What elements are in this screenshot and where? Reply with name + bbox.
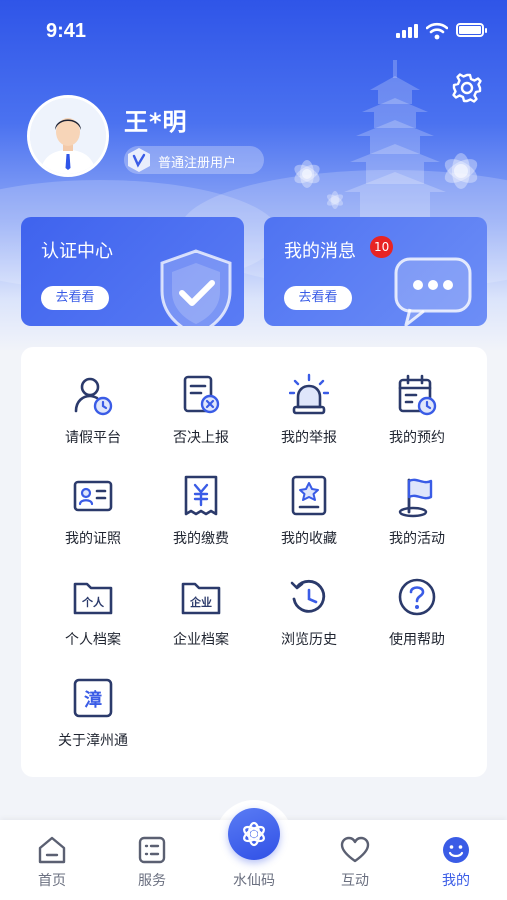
service-label: 我的举报 (281, 430, 337, 446)
services-panel: 请假平台 否决上报 我的举报 我的预约 我的证照 我的缴费 我的收藏 我的活动 … (21, 347, 487, 777)
heart-icon (340, 836, 370, 863)
star-document-icon (291, 475, 327, 516)
service-label: 我的活动 (389, 531, 445, 547)
personal-folder-icon-text: 个人 (81, 595, 105, 609)
tab-interaction[interactable]: 互动 (305, 820, 405, 900)
my-messages-title: 我的消息 (284, 241, 356, 262)
service-leave-platform[interactable]: 请假平台 (39, 347, 147, 446)
service-label: 否决上报 (173, 430, 229, 446)
service-label: 请假平台 (65, 430, 121, 446)
service-label: 浏览历史 (281, 632, 337, 648)
tab-services[interactable]: 服务 (102, 820, 202, 900)
service-label: 我的证照 (65, 531, 121, 547)
service-label: 使用帮助 (389, 632, 445, 648)
calendar-clock-icon (398, 374, 437, 416)
id-card-icon (73, 480, 113, 512)
app-logo-icon-text: 漳 (84, 689, 102, 711)
narcissus-flower-decoration (444, 153, 478, 189)
settings-gear-icon[interactable] (449, 70, 485, 106)
person-clock-icon (74, 377, 113, 416)
user-name: 王*明 (124, 108, 188, 136)
status-bar: 9:41 (0, 0, 507, 62)
help-icon (398, 578, 436, 616)
auth-center-card[interactable]: 认证中心 去看看 (21, 217, 244, 326)
battery-icon (456, 23, 487, 37)
smiley-icon (443, 837, 469, 863)
enterprise-folder-icon: 企业 (181, 582, 221, 615)
narcissus-code-button[interactable] (228, 808, 280, 860)
chat-bubble-icon (394, 257, 472, 326)
user-type-badge: 普通注册用户 (124, 146, 264, 174)
user-type-label: 普通注册用户 (158, 156, 237, 171)
enterprise-folder-icon-text: 企业 (189, 595, 212, 609)
unread-count-badge: 10 (370, 236, 394, 258)
tab-label: 服务 (138, 873, 166, 889)
narcissus-flower-decoration (326, 191, 344, 209)
tab-home[interactable]: 首页 (2, 820, 102, 900)
service-label: 我的收藏 (281, 531, 337, 547)
service-help[interactable]: 使用帮助 (363, 549, 471, 648)
service-about-zhangzhoutong[interactable]: 漳 关于漳州通 (39, 650, 147, 749)
service-my-appointments[interactable]: 我的预约 (363, 347, 471, 446)
service-veto-report[interactable]: 否决上报 (147, 347, 255, 446)
verified-v-icon (128, 148, 150, 172)
user-avatar-illustration (30, 98, 106, 174)
service-browse-history[interactable]: 浏览历史 (255, 549, 363, 648)
auth-center-view-button[interactable]: 去看看 (41, 286, 109, 310)
tab-mine[interactable]: 我的 (406, 820, 506, 900)
document-reject-icon (183, 375, 220, 414)
service-personal-archive[interactable]: 个人 个人档案 (39, 549, 147, 648)
user-avatar[interactable] (27, 95, 109, 177)
alarm-light-icon (289, 373, 329, 415)
flag-icon (398, 478, 433, 518)
status-time: 9:41 (46, 20, 87, 42)
tab-label: 我的 (442, 873, 470, 889)
service-enterprise-archive[interactable]: 企业 企业档案 (147, 549, 255, 648)
tab-label: 水仙码 (233, 873, 275, 889)
service-label: 关于漳州通 (58, 733, 128, 749)
service-my-activities[interactable]: 我的活动 (363, 448, 471, 547)
history-icon (290, 579, 326, 613)
service-list-icon (138, 836, 166, 864)
service-my-payments[interactable]: 我的缴费 (147, 448, 255, 547)
my-messages-view-button[interactable]: 去看看 (284, 286, 352, 310)
service-my-reports[interactable]: 我的举报 (255, 347, 363, 446)
service-my-favorites[interactable]: 我的收藏 (255, 448, 363, 547)
service-label: 我的缴费 (173, 531, 229, 547)
tab-label: 首页 (38, 873, 66, 889)
service-my-licenses[interactable]: 我的证照 (39, 448, 147, 547)
my-messages-card[interactable]: 我的消息 10 去看看 (264, 217, 487, 326)
service-label: 企业档案 (173, 632, 229, 648)
service-label: 个人档案 (65, 632, 121, 648)
cellular-signal-icon (396, 24, 420, 38)
yuan-receipt-icon (184, 475, 218, 516)
wifi-icon (426, 22, 448, 40)
home-icon (38, 836, 66, 864)
service-label: 我的预约 (389, 430, 445, 446)
tab-label: 互动 (341, 873, 369, 889)
shield-check-icon (160, 249, 232, 326)
app-logo-icon: 漳 (73, 678, 113, 718)
auth-center-title: 认证中心 (41, 241, 113, 262)
personal-folder-icon: 个人 (73, 582, 113, 615)
narcissus-icon (243, 821, 265, 847)
